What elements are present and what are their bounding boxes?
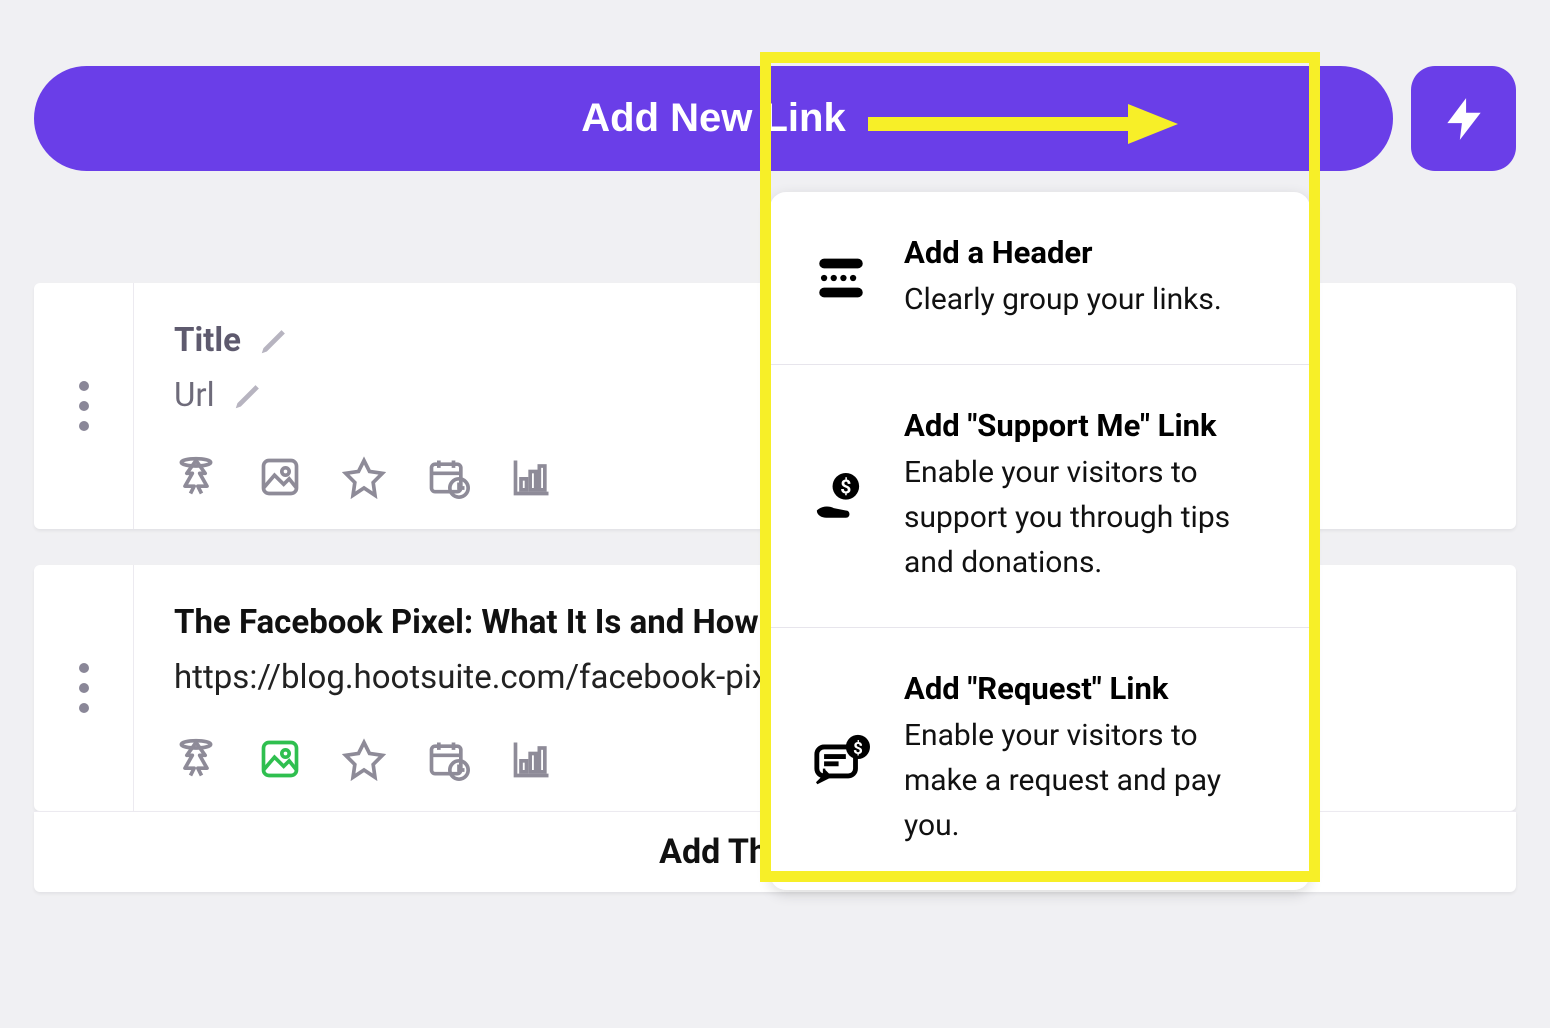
dropdown-item-support[interactable]: $ Add "Support Me" Link Enable your visi… [770,365,1310,628]
leap-icon[interactable] [174,737,218,781]
star-icon[interactable] [342,455,386,499]
drag-handle[interactable] [34,565,134,811]
analytics-icon[interactable] [510,737,554,781]
donate-icon: $ [810,467,872,525]
svg-text:$: $ [840,476,851,499]
dropdown-item-request[interactable]: $ Add "Request" Link Enable your visitor… [770,628,1310,890]
star-icon[interactable] [342,737,386,781]
request-icon: $ [810,730,872,788]
dropdown-item-desc: Enable your visitors to make a request a… [904,713,1270,848]
image-icon[interactable] [258,737,302,781]
image-icon[interactable] [258,455,302,499]
quick-actions-dropdown: Add a Header Clearly group your links. $… [770,192,1310,890]
leap-icon[interactable] [174,455,218,499]
add-new-link-button[interactable]: Add New Link [34,66,1393,171]
header-icon [810,249,872,307]
pencil-icon[interactable] [259,326,289,356]
dropdown-item-desc: Clearly group your links. [904,277,1222,322]
drag-handle[interactable] [34,283,134,529]
analytics-icon[interactable] [510,455,554,499]
link-title[interactable]: Title [174,321,241,360]
pencil-icon[interactable] [233,381,263,411]
dropdown-item-title: Add "Support Me" Link [904,407,1270,444]
dropdown-item-title: Add "Request" Link [904,670,1270,707]
dropdown-item-header[interactable]: Add a Header Clearly group your links. [770,192,1310,365]
schedule-icon[interactable] [426,737,470,781]
dropdown-item-desc: Enable your visitors to support you thro… [904,450,1270,585]
dropdown-item-title: Add a Header [904,234,1222,271]
schedule-icon[interactable] [426,455,470,499]
link-url[interactable]: https://blog.hootsuite.com/facebook-pixe… [174,658,807,697]
link-url[interactable]: Url [174,376,215,415]
bolt-icon [1439,89,1489,149]
quick-actions-button[interactable] [1411,66,1516,171]
svg-text:$: $ [853,739,863,759]
